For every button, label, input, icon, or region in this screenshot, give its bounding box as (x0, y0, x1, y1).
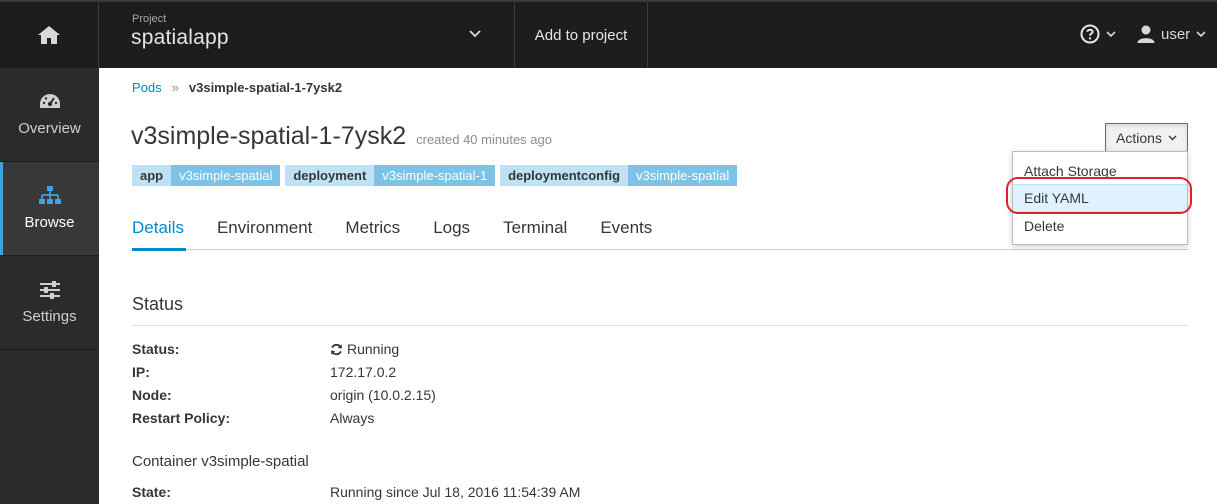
node-key: Node: (132, 387, 172, 403)
help-menu[interactable] (1080, 24, 1116, 44)
ip-value: 172.17.0.2 (330, 364, 397, 380)
add-to-project-button[interactable]: Add to project (515, 2, 648, 68)
breadcrumb: Pods » v3simple-spatial-1-7ysk2 (132, 80, 342, 95)
breadcrumb-link-pods[interactable]: Pods (132, 80, 162, 95)
home-icon (38, 26, 60, 44)
sidebar-item-browse[interactable]: Browse (0, 162, 99, 256)
state-value: Running since Jul 18, 2016 11:54:39 AM (330, 484, 581, 500)
restart-policy-key: Restart Policy: (132, 410, 231, 426)
state-key: State: (132, 484, 171, 500)
actions-label: Actions (1116, 130, 1162, 146)
restart-policy-value: Always (330, 410, 375, 426)
home-button[interactable] (0, 2, 99, 68)
sidebar-item-overview[interactable]: Overview (0, 68, 99, 162)
chevron-down-icon (1168, 135, 1177, 141)
status-text: Running (347, 341, 400, 357)
sidebar-item-label: Overview (18, 120, 81, 137)
breadcrumb-separator: » (171, 80, 179, 95)
label-list: app v3simple-spatial deployment v3simple… (132, 165, 738, 186)
sidebar-item-settings[interactable]: Settings (0, 256, 99, 350)
tab-details[interactable]: Details (132, 218, 217, 251)
chevron-down-icon (469, 30, 481, 38)
tab-environment[interactable]: Environment (217, 218, 345, 250)
created-timestamp: created 40 minutes ago (416, 132, 552, 147)
project-selector[interactable]: Project spatialapp (99, 2, 515, 68)
label-value[interactable]: v3simple-spatial (628, 165, 738, 186)
project-name: spatialapp (131, 26, 229, 49)
actions-button[interactable]: Actions (1105, 123, 1188, 153)
section-divider (132, 325, 1188, 326)
top-navbar: Project spatialapp Add to project user (0, 0, 1217, 68)
label-deployment: deployment v3simple-spatial-1 (285, 165, 496, 186)
user-name: user (1161, 25, 1191, 43)
chevron-down-icon (1106, 30, 1116, 37)
sidebar-item-label: Browse (24, 214, 75, 231)
tab-events[interactable]: Events (600, 218, 685, 250)
refresh-icon (330, 343, 343, 355)
label-app: app v3simple-spatial (132, 165, 281, 186)
status-key: Status: (132, 341, 180, 357)
container-title: Container v3simple-spatial (132, 453, 309, 470)
breadcrumb-current: v3simple-spatial-1-7ysk2 (188, 80, 343, 95)
highlight-annotation-ring (1006, 177, 1192, 214)
ip-key: IP: (132, 364, 150, 380)
help-icon (1080, 24, 1100, 44)
sidebar: Overview Browse Settings (0, 68, 99, 504)
status-value: Running (330, 341, 399, 357)
sliders-icon (0, 280, 99, 300)
label-key[interactable]: app (132, 165, 172, 186)
node-value: origin (10.0.2.15) (330, 387, 436, 403)
chevron-down-icon (1196, 30, 1206, 37)
tab-terminal[interactable]: Terminal (503, 218, 600, 250)
dashboard-icon (0, 92, 99, 112)
label-key[interactable]: deployment (285, 165, 375, 186)
status-section-title: Status (132, 294, 184, 314)
label-value[interactable]: v3simple-spatial-1 (374, 165, 496, 186)
sitemap-icon (0, 186, 99, 206)
label-value[interactable]: v3simple-spatial (171, 165, 281, 186)
user-menu[interactable]: user (1137, 24, 1206, 44)
label-deploymentconfig: deploymentconfig v3simple-spatial (500, 165, 738, 186)
project-caption: Project (132, 13, 167, 25)
user-icon (1137, 25, 1155, 43)
menu-item-delete[interactable]: Delete (1013, 212, 1187, 240)
label-key[interactable]: deploymentconfig (500, 165, 629, 186)
page-title: v3simple-spatial-1-7ysk2 (131, 122, 407, 150)
main-content: Pods » v3simple-spatial-1-7ysk2 v3simple… (99, 68, 1217, 504)
title-row: v3simple-spatial-1-7ysk2 created 40 minu… (131, 122, 552, 151)
sidebar-item-label: Settings (22, 308, 77, 325)
tab-metrics[interactable]: Metrics (345, 218, 433, 250)
tab-logs[interactable]: Logs (433, 218, 503, 250)
